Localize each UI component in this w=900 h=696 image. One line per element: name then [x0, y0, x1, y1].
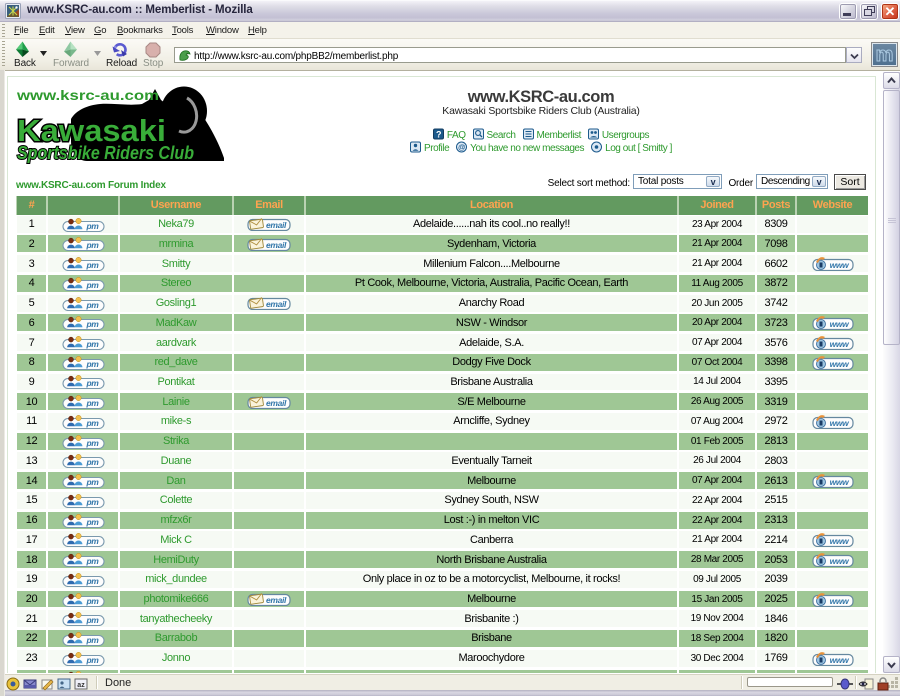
- svg-text:email: email: [266, 398, 287, 408]
- svg-text:www: www: [829, 655, 850, 665]
- svg-text:pm: pm: [85, 221, 99, 231]
- svg-text:pm: pm: [85, 635, 99, 645]
- svg-text:pm: pm: [85, 536, 99, 546]
- svg-text:pm: pm: [85, 457, 99, 467]
- svg-text:email: email: [266, 240, 287, 250]
- svg-text:pm: pm: [85, 596, 99, 606]
- svg-text:www: www: [829, 596, 850, 606]
- svg-text:pm: pm: [85, 280, 99, 290]
- svg-text:pm: pm: [85, 339, 99, 349]
- svg-text:pm: pm: [85, 556, 99, 566]
- svg-text:www: www: [829, 418, 850, 428]
- svg-text:pm: pm: [85, 615, 99, 625]
- svg-text:pm: pm: [85, 319, 99, 329]
- svg-text:www: www: [829, 260, 850, 270]
- svg-text:pm: pm: [85, 359, 99, 369]
- svg-text:pm: pm: [85, 497, 99, 507]
- svg-text:?: ?: [436, 130, 441, 140]
- svg-text:@: @: [458, 143, 465, 152]
- svg-text:pm: pm: [85, 260, 99, 270]
- svg-text:pm: pm: [85, 655, 99, 665]
- svg-text:pm: pm: [85, 398, 99, 408]
- svg-text:www: www: [829, 319, 850, 329]
- svg-text:www: www: [829, 536, 850, 546]
- svg-text:pm: pm: [85, 517, 99, 527]
- svg-text:www: www: [829, 359, 850, 369]
- svg-text:pm: pm: [85, 438, 99, 448]
- svg-text:pm: pm: [85, 240, 99, 250]
- svg-text:email: email: [266, 595, 287, 605]
- svg-text:az: az: [77, 682, 85, 689]
- svg-text:pm: pm: [85, 300, 99, 310]
- svg-text:pm: pm: [85, 378, 99, 388]
- svg-text:pm: pm: [85, 576, 99, 586]
- svg-text:email: email: [266, 299, 287, 309]
- svg-text:www.ksrc-au.com: www.ksrc-au.com: [16, 87, 159, 103]
- svg-text:pm: pm: [85, 418, 99, 428]
- svg-text:m: m: [876, 44, 894, 66]
- svg-text:www: www: [829, 339, 850, 349]
- svg-text:pm: pm: [85, 477, 99, 487]
- svg-text:www: www: [829, 556, 850, 566]
- svg-text:email: email: [266, 220, 287, 230]
- svg-text:Sportsbike Riders Club: Sportsbike Riders Club: [17, 143, 194, 163]
- svg-text:www: www: [829, 477, 850, 487]
